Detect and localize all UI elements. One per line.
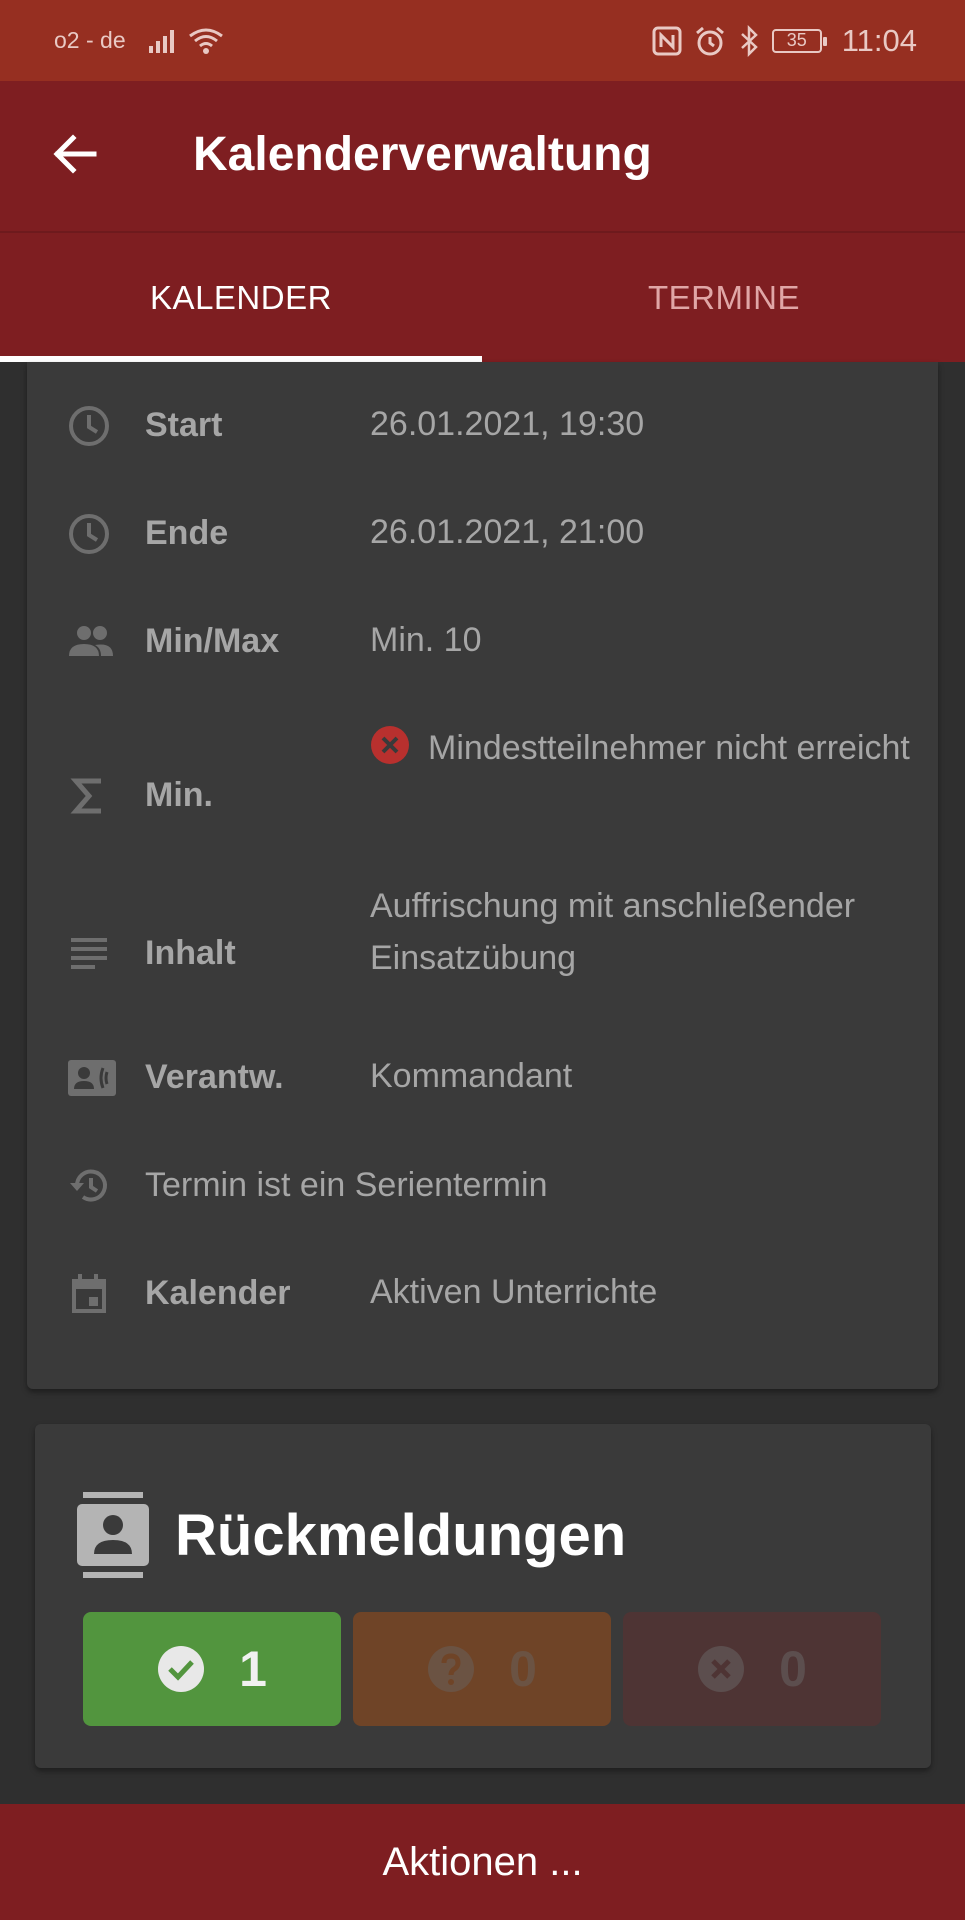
start-value: 26.01.2021, 19:30 (370, 405, 645, 443)
carrier-label: o2 - de (54, 27, 126, 53)
calendar-label: Kalender (145, 1274, 291, 1312)
history-icon (70, 1169, 107, 1202)
responses-card: Rückmeldungen 1 0 0 (35, 1424, 931, 1768)
calendar-value: Aktiven Unterrichte (370, 1273, 658, 1311)
status-bar: o2 - de 35 11:04 (0, 0, 965, 81)
event-detail-card: Start 26.01.2021, 19:30 Ende 26.01.2021,… (27, 362, 938, 1389)
calendar-icon (72, 1274, 106, 1313)
content-label: Inhalt (145, 934, 236, 972)
clock-icon (69, 514, 109, 554)
response-maybe-count: 0 (509, 1641, 537, 1697)
signal-icon (148, 29, 174, 53)
response-yes-button[interactable]: 1 (83, 1612, 341, 1726)
clock-time: 11:04 (841, 22, 917, 58)
min-value: Mindestteilnehmer nicht erreicht (428, 729, 910, 767)
responsible-value: Kommandant (370, 1057, 573, 1095)
content-value: Auffrischung mit anschließender Einsatzü… (370, 887, 856, 977)
app-bar: Kalenderverwaltung (0, 81, 965, 231)
end-label: Ende (145, 514, 229, 552)
page-title: Kalenderverwaltung (193, 128, 652, 181)
notes-icon (71, 938, 107, 969)
actions-label: Aktionen ... (382, 1839, 583, 1884)
cancel-circle-icon (698, 1646, 745, 1692)
question-circle-icon (428, 1646, 475, 1692)
error-circle-icon (371, 726, 409, 764)
min-label: Min. (145, 776, 213, 814)
min-status: Mindestteilnehmer nicht erreicht (370, 722, 910, 774)
responses-heading: Rückmeldungen (175, 1503, 627, 1568)
alarm-icon (695, 26, 724, 55)
responsible-label: Verantw. (145, 1058, 284, 1096)
contacts-book-icon (77, 1492, 149, 1578)
tab-bar: KALENDER TERMINE (0, 231, 965, 362)
response-no-count: 0 (779, 1641, 807, 1697)
nfc-icon (652, 26, 682, 55)
response-maybe-button[interactable]: 0 (353, 1612, 611, 1726)
people-icon (69, 626, 113, 656)
start-label: Start (145, 406, 223, 444)
clock-icon (69, 406, 109, 446)
response-no-button[interactable]: 0 (623, 1612, 881, 1726)
sigma-icon (70, 778, 101, 814)
check-circle-icon (158, 1646, 205, 1692)
end-value: 26.01.2021, 21:00 (370, 513, 645, 551)
actions-button[interactable]: Aktionen ... (0, 1804, 965, 1920)
bluetooth-icon (740, 24, 758, 57)
contact-card-icon (68, 1060, 116, 1096)
minmax-label: Min/Max (145, 622, 280, 660)
series-text: Termin ist ein Serientermin (145, 1166, 548, 1204)
battery-icon: 35 (771, 28, 827, 53)
back-arrow-icon[interactable] (50, 129, 100, 179)
minmax-value: Min. 10 (370, 621, 482, 659)
battery-level: 35 (786, 30, 807, 50)
response-yes-count: 1 (239, 1641, 267, 1697)
tab-kalender[interactable]: KALENDER (0, 233, 482, 362)
tab-termine[interactable]: TERMINE (483, 233, 965, 362)
wifi-icon (188, 28, 223, 54)
